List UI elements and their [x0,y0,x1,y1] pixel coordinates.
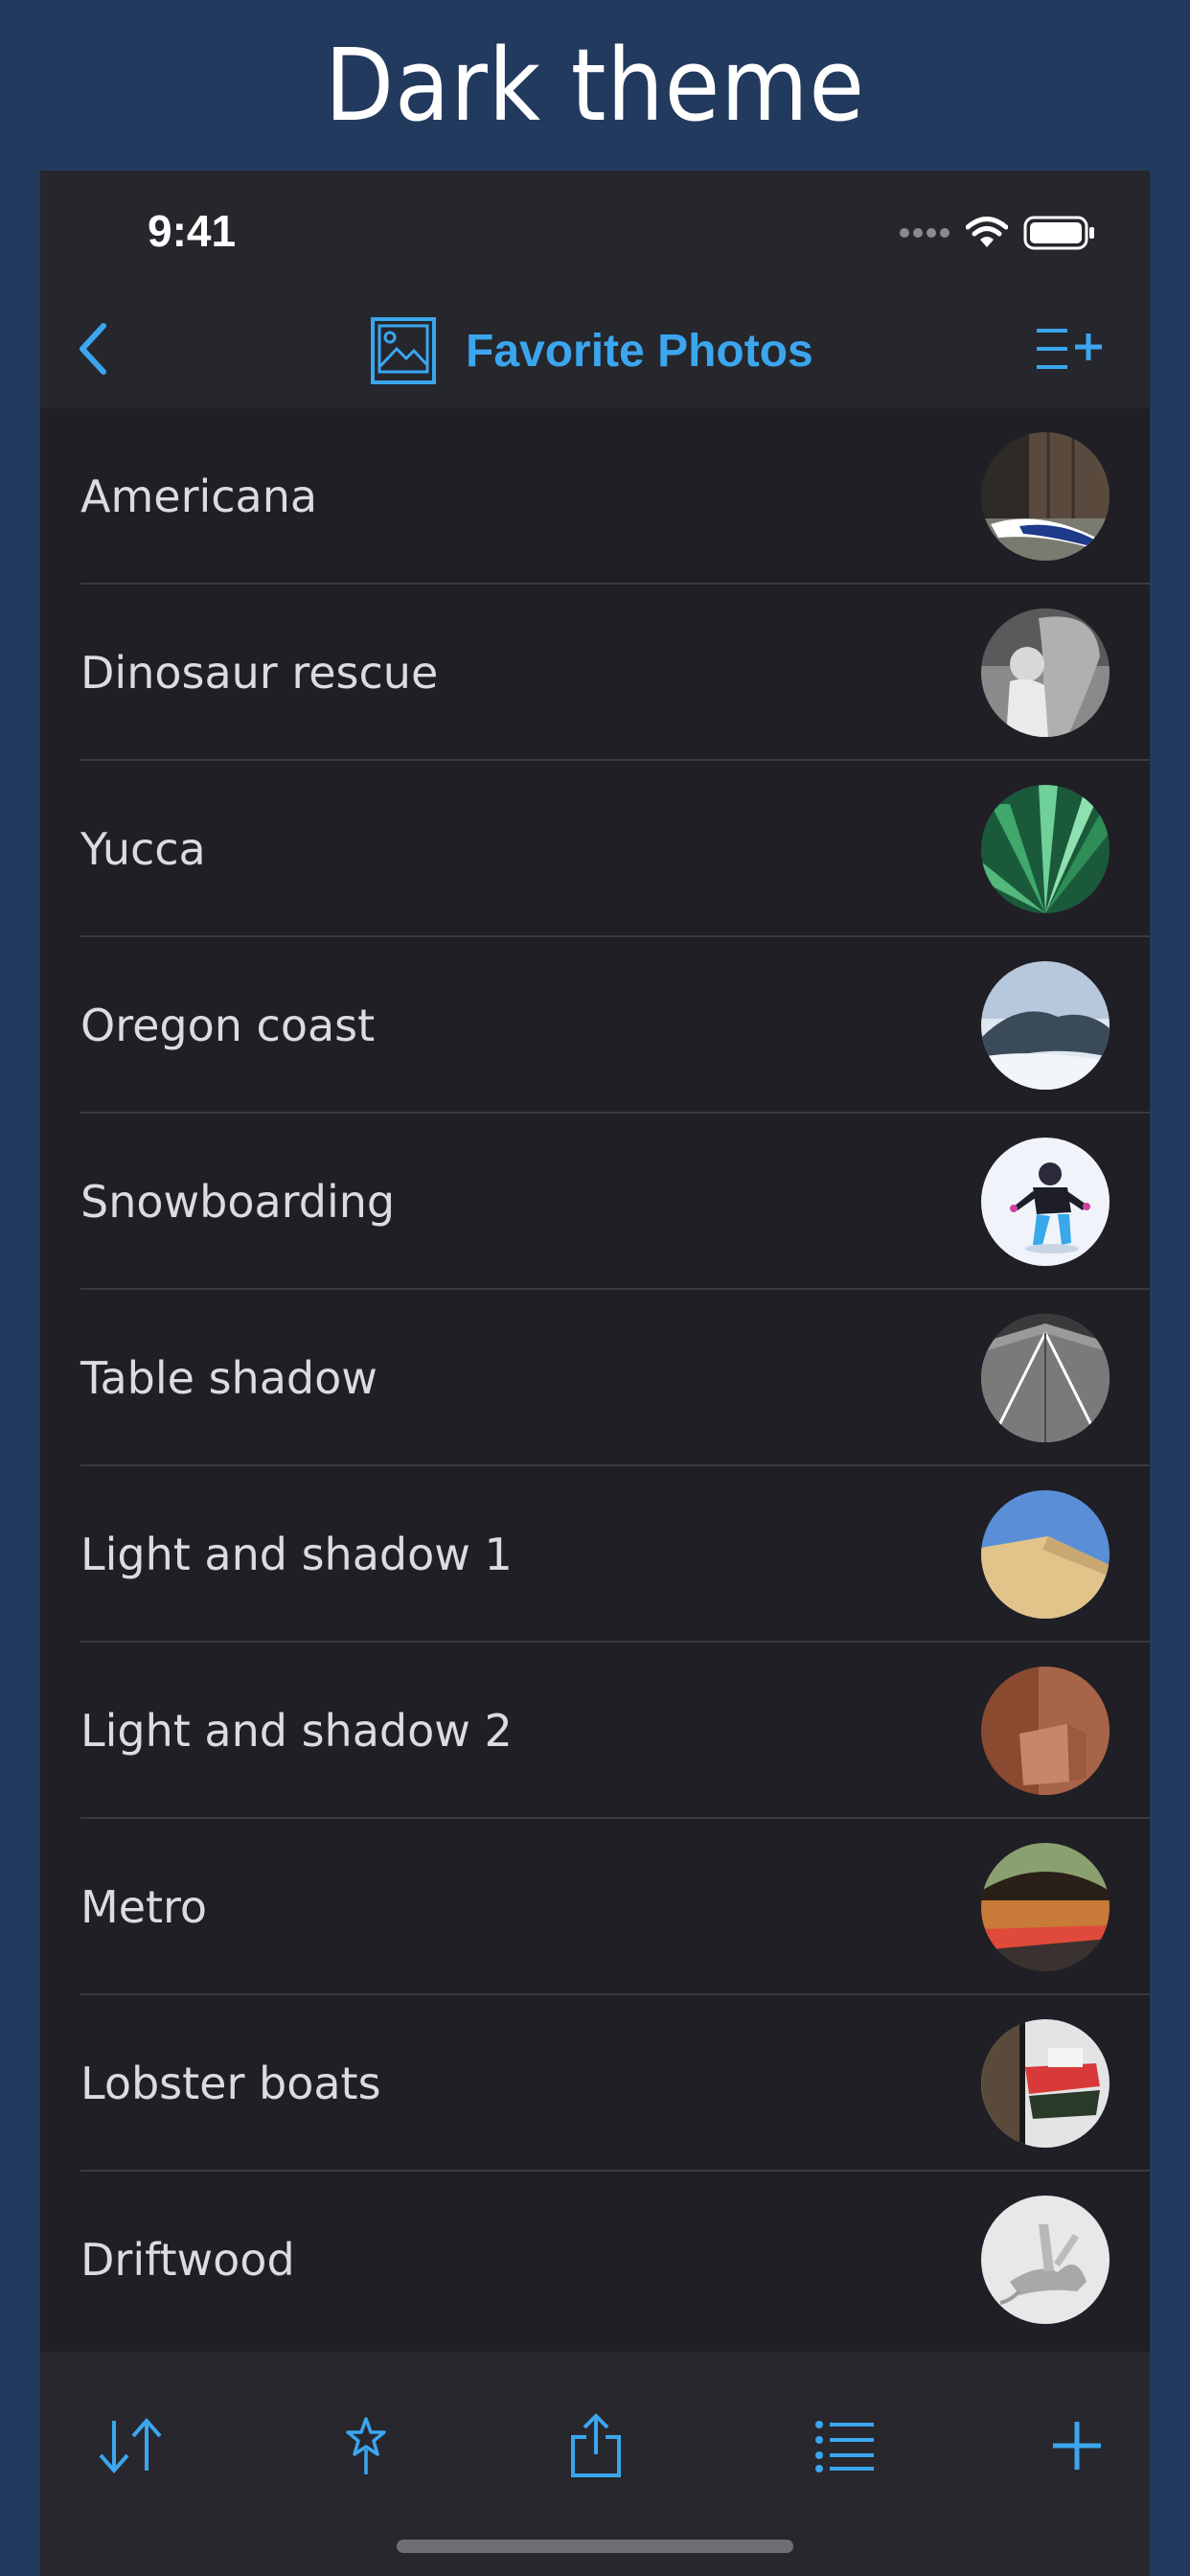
phone-screen: 9:41 Favorite Photos Americana Dinosaur … [40,171,1150,2576]
list-item[interactable]: Yucca [40,761,1150,937]
status-icons [899,211,1096,255]
thumbnail-metro [981,1843,1110,1971]
list-item-label: Oregon coast [80,1000,376,1051]
photo-list: Americana Dinosaur rescue Yucca Oregon c… [40,408,1150,2348]
sort-icon [99,2417,162,2474]
add-button[interactable] [1039,2407,1115,2484]
pin-icon [346,2417,386,2474]
pin-button[interactable] [328,2407,404,2484]
share-button[interactable] [558,2407,634,2484]
thumbnail-coast [981,961,1110,1090]
list-item-label: Driftwood [80,2234,295,2286]
list-item-label: Dinosaur rescue [80,647,439,699]
list-item[interactable]: Light and shadow 2 [40,1643,1150,1819]
home-indicator[interactable] [397,2540,793,2553]
thumbnail-boats [981,2019,1110,2148]
list-item-label: Yucca [80,823,206,875]
list-item-label: Snowboarding [80,1176,396,1228]
thumbnail-driftwood [981,2196,1110,2324]
list-item[interactable]: Metro [40,1819,1150,1995]
list-item[interactable]: Americana [40,408,1150,585]
thumbnail-dinosaur [981,609,1110,737]
plus-icon [1053,2422,1101,2470]
list-add-icon [1037,329,1102,369]
photo-icon [371,317,436,384]
add-to-list-button[interactable] [1035,326,1104,374]
list-item[interactable]: Lobster boats [40,1995,1150,2172]
status-time: 9:41 [148,206,237,256]
list-item[interactable]: Light and shadow 1 [40,1466,1150,1643]
list-item[interactable]: Oregon coast [40,937,1150,1114]
chevron-left-icon [80,323,106,375]
nav-bar: Favorite Photos [40,291,1150,408]
list-item-label: Light and shadow 2 [80,1705,513,1757]
list-item-label: Lobster boats [80,2058,381,2109]
list-item-label: Light and shadow 1 [80,1529,513,1580]
page-title: Favorite Photos [466,325,813,377]
thumbnail-americana [981,432,1110,561]
list-item-label: Americana [80,471,318,522]
list-icon [815,2421,874,2472]
sort-button[interactable] [92,2407,169,2484]
list-item-label: Table shadow [80,1352,378,1404]
list-item[interactable]: Snowboarding [40,1114,1150,1290]
nav-title-group: Favorite Photos [370,307,813,395]
list-button[interactable] [807,2407,883,2484]
share-icon [571,2413,621,2477]
wifi-icon [966,217,1008,247]
back-button[interactable] [67,320,125,378]
thumbnail-light1 [981,1490,1110,1619]
battery-icon [1023,216,1094,250]
thumbnail-yucca [981,785,1110,913]
thumbnail-snow [981,1138,1110,1266]
banner-title: Dark theme [324,27,866,144]
thumbnail-table [981,1314,1110,1442]
list-item[interactable]: Dinosaur rescue [40,585,1150,761]
thumbnail-light2 [981,1667,1110,1795]
list-item[interactable]: Table shadow [40,1290,1150,1466]
list-item[interactable]: Driftwood [40,2172,1150,2348]
list-item-label: Metro [80,1881,208,1933]
status-bar: 9:41 [40,171,1150,291]
signal-icon [900,228,950,238]
